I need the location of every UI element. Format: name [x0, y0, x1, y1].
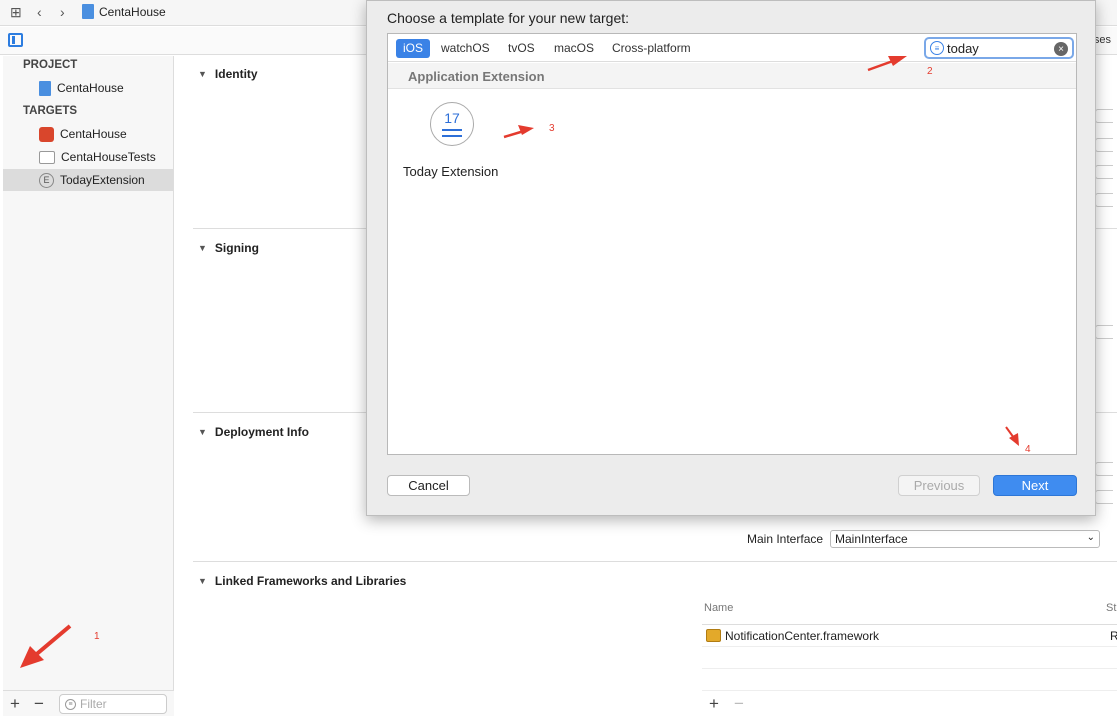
filter-placeholder: Filter	[80, 697, 107, 711]
sheet-title: Choose a template for your new target:	[387, 10, 630, 26]
navigator-filter-field[interactable]: ≡ Filter	[59, 694, 167, 714]
template-search-field[interactable]: ≡ today ×	[924, 37, 1074, 59]
tab-watchos[interactable]: watchOS	[434, 39, 497, 58]
field-stub[interactable]	[1095, 165, 1113, 179]
field-stub[interactable]	[1095, 193, 1113, 207]
navigator-bottom-bar: + − ≡ Filter	[3, 690, 174, 716]
section-linked-frameworks[interactable]: ▼ Linked Frameworks and Libraries	[198, 574, 406, 588]
app-icon	[39, 126, 54, 142]
tab-tvos[interactable]: tvOS	[501, 39, 542, 58]
frameworks-status-header[interactable]: St	[1106, 602, 1116, 614]
breadcrumb[interactable]: CentaHouse	[82, 4, 166, 19]
annotation-number-3: 3	[549, 123, 555, 134]
annotation-number-1: 1	[94, 631, 100, 642]
framework-icon	[706, 629, 721, 642]
chevron-down-icon: ⌄	[1086, 532, 1095, 543]
main-interface-label: Main Interface	[747, 532, 824, 546]
new-target-sheet: Choose a template for your new target: i…	[366, 0, 1096, 516]
section-title: Linked Frameworks and Libraries	[214, 574, 407, 588]
nav-item-label: CentaHouse	[57, 81, 124, 95]
template-label: Today Extension	[403, 164, 499, 179]
field-stub[interactable]	[1095, 138, 1113, 152]
clear-search-icon[interactable]: ×	[1054, 42, 1068, 56]
grid-icon[interactable]: ⊞	[10, 4, 22, 21]
annotation-number-4: 4	[1025, 444, 1031, 455]
field-stub[interactable]	[1095, 462, 1113, 476]
remove-target-button[interactable]: −	[34, 694, 44, 714]
forward-icon[interactable]: ›	[60, 4, 65, 20]
project-file-icon	[82, 4, 94, 19]
sidebar-toggle-icon[interactable]	[8, 33, 23, 47]
project-header: PROJECT	[23, 59, 78, 71]
table-row[interactable]: NotificationCenter.framework R	[702, 625, 1117, 647]
remove-framework-button[interactable]: −	[734, 694, 744, 714]
today-extension-icon: 17	[430, 102, 474, 146]
section-identity[interactable]: ▼ Identity	[198, 67, 258, 81]
nav-item-target-centahouse[interactable]: CentaHouse	[3, 123, 173, 145]
nav-item-label: CentaHouse	[60, 127, 127, 141]
previous-button[interactable]: Previous	[898, 475, 980, 496]
main-interface-select[interactable]: MainInterface ⌄	[830, 530, 1100, 548]
nav-item-target-tests[interactable]: CentaHouseTests	[3, 146, 173, 168]
disclosure-triangle-icon[interactable]: ▼	[198, 69, 207, 79]
project-navigator: PROJECT CentaHouse TARGETS CentaHouse Ce…	[3, 56, 174, 716]
annotation-number-2: 2	[927, 66, 933, 77]
table-row	[702, 647, 1117, 669]
add-framework-button[interactable]: +	[709, 694, 719, 714]
tab-cross-platform[interactable]: Cross-platform	[605, 39, 698, 58]
partial-tab-label[interactable]: ses	[1094, 34, 1111, 46]
field-stub[interactable]	[1095, 490, 1113, 504]
frameworks-name-header[interactable]: Name	[704, 602, 733, 614]
category-label: Application Extension	[408, 69, 545, 84]
disclosure-triangle-icon[interactable]: ▼	[198, 427, 207, 437]
framework-name: NotificationCenter.framework	[725, 628, 880, 643]
cancel-button[interactable]: Cancel	[387, 475, 470, 496]
folder-icon	[39, 150, 55, 164]
breadcrumb-project[interactable]: CentaHouse	[99, 5, 166, 19]
disclosure-triangle-icon[interactable]: ▼	[198, 243, 207, 253]
nav-item-target-todayextension[interactable]: E TodayExtension	[3, 169, 173, 191]
table-row	[702, 669, 1117, 691]
next-button[interactable]: Next	[993, 475, 1077, 496]
search-value: today	[947, 40, 979, 56]
filter-icon: ≡	[930, 41, 944, 55]
targets-header: TARGETS	[23, 105, 78, 117]
framework-status[interactable]: R	[1110, 629, 1117, 643]
category-header: Application Extension	[388, 63, 1076, 89]
extension-icon: E	[39, 172, 54, 188]
platform-tabs: iOS watchOS tvOS macOS Cross-platform ≡ …	[388, 34, 1076, 62]
section-title: Identity	[214, 67, 258, 81]
tab-ios[interactable]: iOS	[396, 39, 431, 58]
template-chooser: iOS watchOS tvOS macOS Cross-platform ≡ …	[387, 33, 1077, 455]
nav-item-label: TodayExtension	[60, 173, 145, 187]
main-interface-value: MainInterface	[835, 532, 908, 546]
field-stub[interactable]	[1095, 109, 1113, 123]
disclosure-triangle-icon[interactable]: ▼	[198, 576, 207, 586]
tab-macos[interactable]: macOS	[547, 39, 601, 58]
section-deployment-info[interactable]: ▼ Deployment Info	[198, 425, 309, 439]
section-signing[interactable]: ▼ Signing	[198, 241, 259, 255]
section-title: Signing	[214, 241, 259, 255]
template-today-extension[interactable]: 17 Today Extension	[402, 100, 517, 180]
add-target-button[interactable]: +	[10, 694, 20, 714]
section-title: Deployment Info	[214, 425, 309, 439]
back-icon[interactable]: ‹	[37, 4, 42, 20]
calendar-number: 17	[444, 110, 460, 126]
divider	[193, 561, 1117, 562]
nav-item-label: CentaHouseTests	[61, 150, 156, 164]
list-lines-icon	[442, 129, 462, 137]
field-stub[interactable]	[1095, 325, 1113, 339]
filter-icon: ≡	[65, 698, 76, 710]
frameworks-table: NotificationCenter.framework R	[702, 624, 1117, 691]
project-icon	[39, 80, 51, 96]
nav-item-project[interactable]: CentaHouse	[3, 77, 173, 99]
